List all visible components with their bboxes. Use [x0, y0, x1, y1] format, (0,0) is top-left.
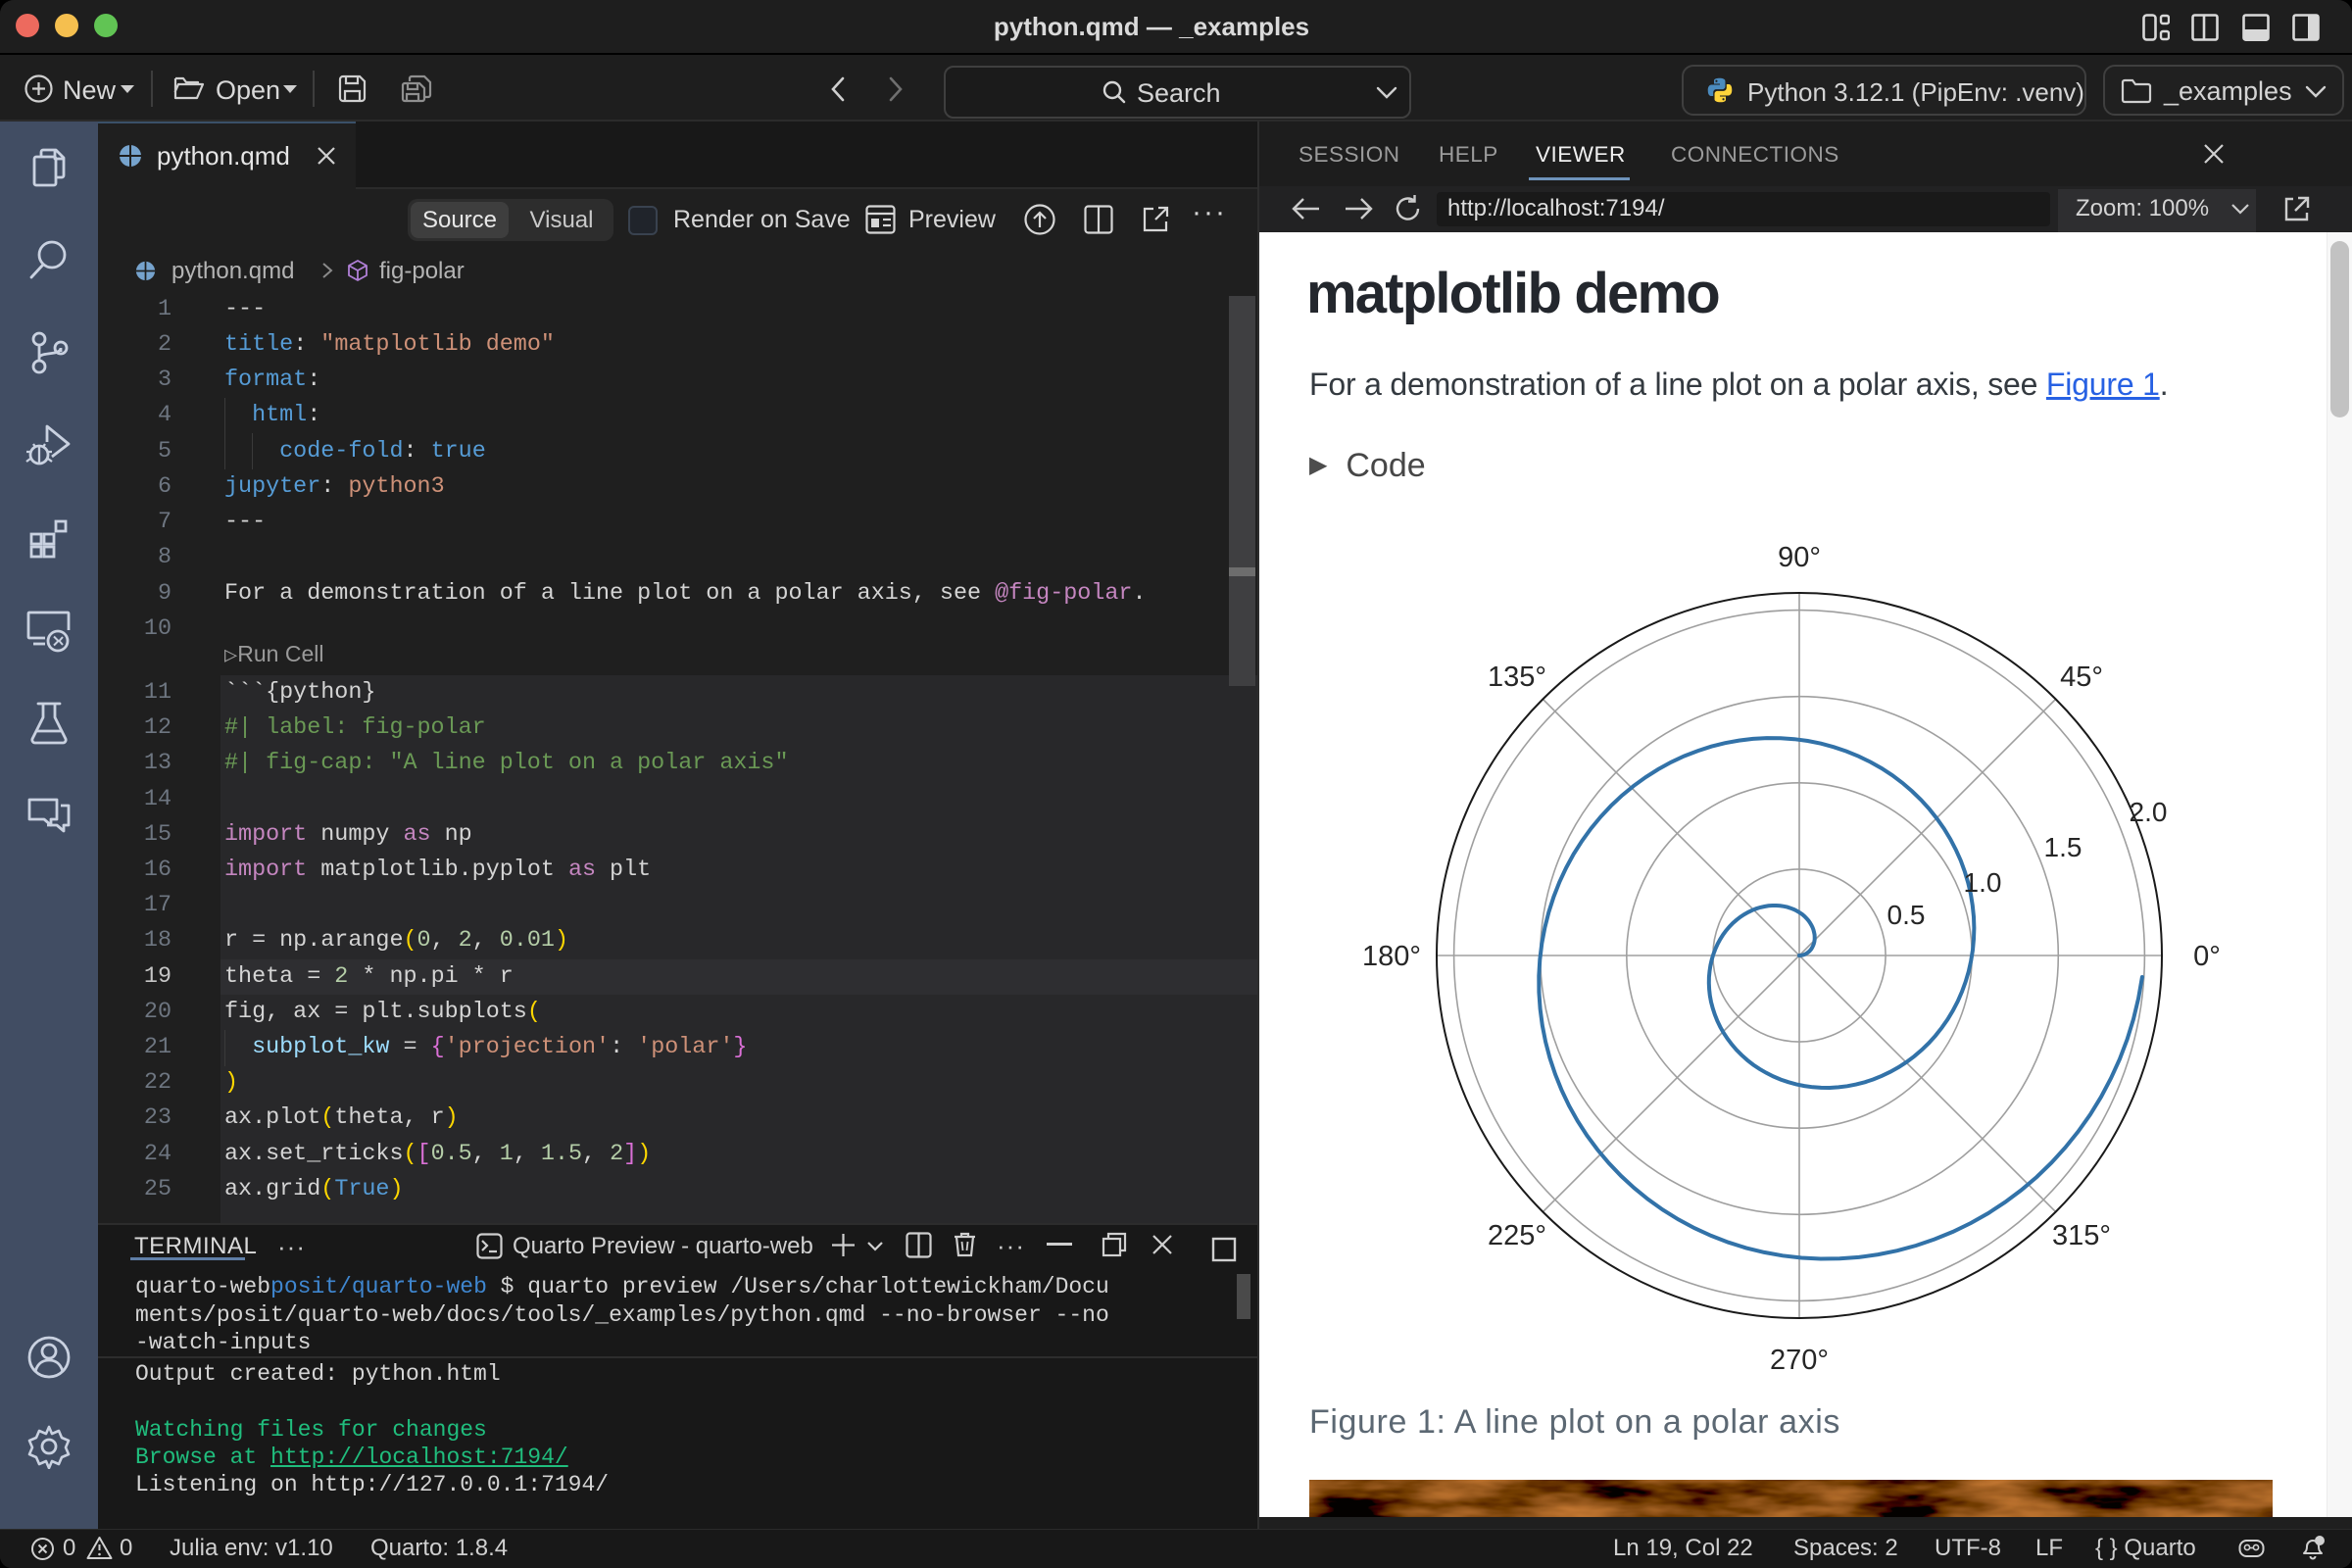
svg-text:1.5: 1.5 [2044, 832, 2082, 862]
svg-text:2.0: 2.0 [2130, 797, 2168, 827]
svg-text:315°: 315° [2052, 1220, 2111, 1251]
svg-text:1.0: 1.0 [1964, 867, 2002, 898]
svg-text:225°: 225° [1488, 1220, 1546, 1251]
svg-text:180°: 180° [1362, 941, 1421, 972]
svg-text:0.5: 0.5 [1887, 900, 1926, 930]
svg-text:135°: 135° [1488, 662, 1546, 693]
svg-text:270°: 270° [1770, 1345, 1829, 1376]
svg-text:45°: 45° [2060, 662, 2103, 693]
svg-text:90°: 90° [1778, 542, 1821, 573]
svg-text:0°: 0° [2193, 941, 2221, 972]
